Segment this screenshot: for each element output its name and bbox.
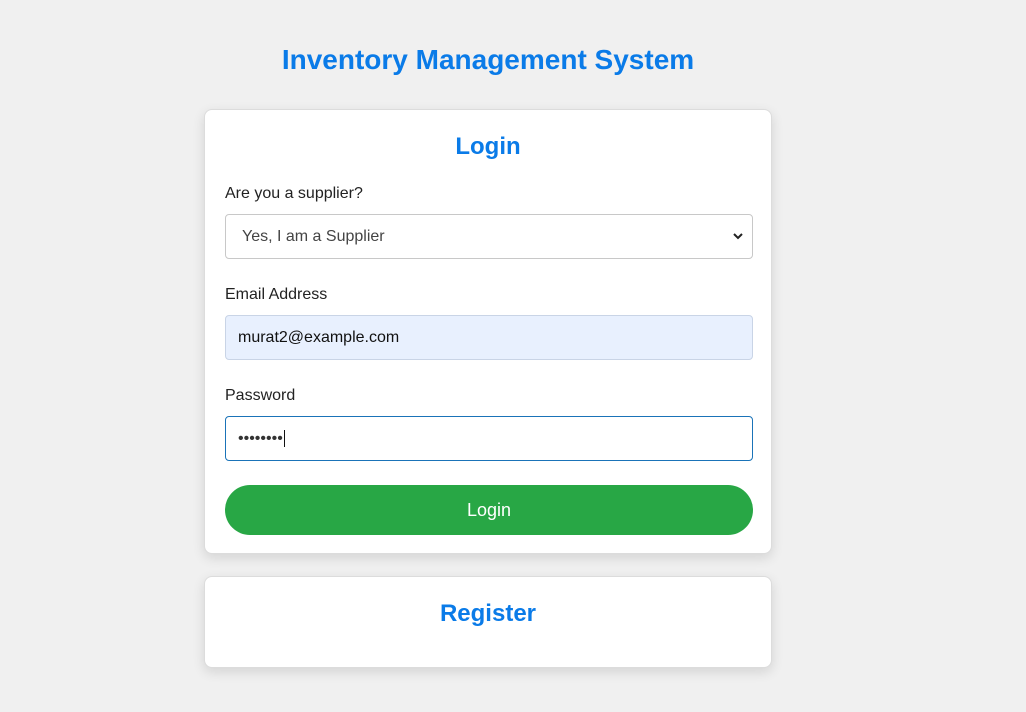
login-title: Login bbox=[455, 133, 521, 160]
email-field[interactable]: murat2@example.com bbox=[225, 315, 753, 360]
password-value: •••••••• bbox=[238, 430, 283, 447]
supplier-select[interactable]: Yes, I am a Supplier bbox=[225, 214, 753, 259]
register-card: Register bbox=[204, 576, 772, 668]
text-caret bbox=[283, 430, 285, 448]
password-field[interactable]: •••••••• bbox=[225, 416, 753, 461]
password-label: Password bbox=[225, 387, 296, 404]
register-title[interactable]: Register bbox=[205, 600, 771, 628]
email-value: murat2@example.com bbox=[238, 329, 400, 346]
email-label: Email Address bbox=[225, 286, 328, 303]
page-title: Inventory Management System bbox=[281, 44, 695, 75]
supplier-select-value: Yes, I am a Supplier bbox=[242, 228, 385, 245]
login-button[interactable]: Login bbox=[225, 485, 753, 535]
login-card: Login Are you a supplier? Yes, I am a Su… bbox=[204, 109, 772, 554]
supplier-label: Are you a supplier? bbox=[225, 185, 363, 202]
chevron-down-icon bbox=[733, 233, 743, 240]
